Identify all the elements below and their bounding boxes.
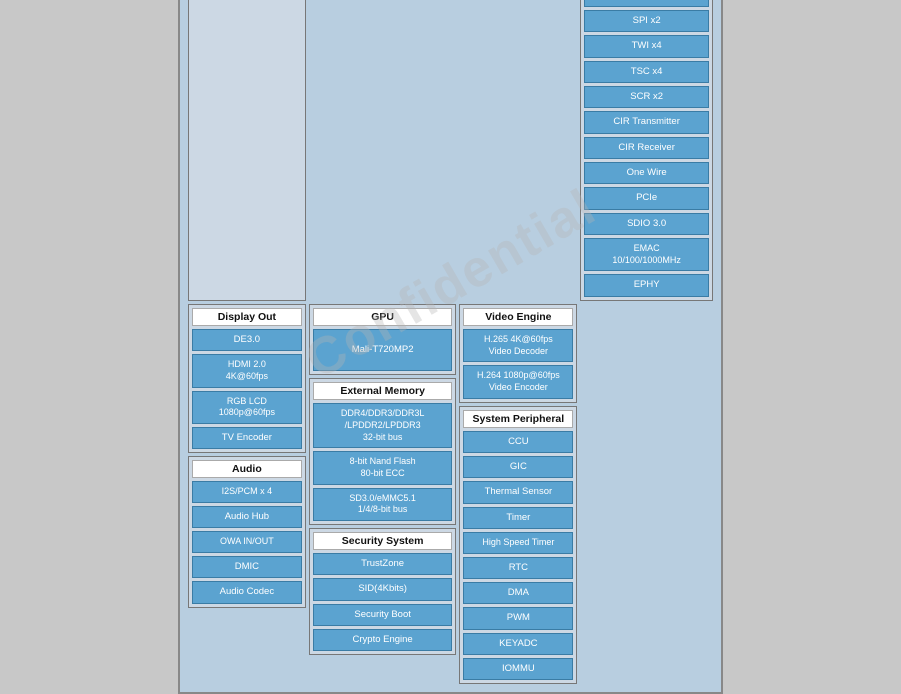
trustzone-block: TrustZone xyxy=(313,553,453,575)
twi-block: TWI x4 xyxy=(584,35,709,57)
audio-title: Audio xyxy=(192,460,302,478)
pwm-block: PWM xyxy=(463,607,573,629)
spi-block: SPI x2 xyxy=(584,10,709,32)
tv-encoder-block: TV Encoder xyxy=(192,427,302,449)
dma-block: DMA xyxy=(463,582,573,604)
thermal-sensor-block: Thermal Sensor xyxy=(463,481,573,503)
one-wire-block: One Wire xyxy=(584,162,709,184)
scr-block: SCR x2 xyxy=(584,86,709,108)
cir-rx-block: CIR Receiver xyxy=(584,137,709,159)
timer-block: Timer xyxy=(463,507,573,529)
gic-block: GIC xyxy=(463,456,573,478)
ddr-block: DDR4/DDR3/DDR3L/LPDDR2/LPDDR332-bit bus xyxy=(313,403,453,448)
audio-codec-block: Audio Codec xyxy=(192,581,302,603)
security-boot-block: Security Boot xyxy=(313,604,453,626)
hdmi-block: HDMI 2.04K@60fps xyxy=(192,354,302,387)
uart-block: UART x5 xyxy=(584,0,709,7)
ephy-block: EPHY xyxy=(584,274,709,296)
sd-emmc-block: SD3.0/eMMC5.11/4/8-bit bus xyxy=(313,488,453,521)
dmic-block: DMIC xyxy=(192,556,302,578)
high-speed-timer-block: High Speed Timer xyxy=(463,532,573,554)
ccu-block: CCU xyxy=(463,431,573,453)
emac-block: EMAC10/100/1000MHz xyxy=(584,238,709,271)
security-system-title: Security System xyxy=(313,532,453,550)
system-peripheral-title: System Peripheral xyxy=(463,410,573,428)
iommu-block: IOMMU xyxy=(463,658,573,680)
tsc-block: TSC x4 xyxy=(584,61,709,83)
ext-mem-title: External Memory xyxy=(313,382,453,400)
nand-block: 8-bit Nand Flash80-bit ECC xyxy=(313,451,453,484)
audio-hub-block: Audio Hub xyxy=(192,506,302,528)
rgb-lcd-block: RGB LCD1080p@60fps xyxy=(192,391,302,424)
cir-tx-block: CIR Transmitter xyxy=(584,111,709,133)
pcie-block: PCIe xyxy=(584,187,709,209)
sdio-block: SDIO 3.0 xyxy=(584,213,709,235)
i2s-block: I2S/PCM x 4 xyxy=(192,481,302,503)
gpu-title: GPU xyxy=(313,308,453,326)
keyadc-block: KEYADC xyxy=(463,633,573,655)
crypto-engine-block: Crypto Engine xyxy=(313,629,453,651)
mali-block: Mali-T720MP2 xyxy=(313,329,453,371)
video-engine-title: Video Engine xyxy=(463,308,573,326)
h264-block: H.264 1080p@60fpsVideo Encoder xyxy=(463,365,573,398)
display-out-title: Display Out xyxy=(192,308,302,326)
h265-block: H.265 4K@60fpsVideo Decoder xyxy=(463,329,573,362)
de30-block: DE3.0 xyxy=(192,329,302,351)
sid-block: SID(4Kbits) xyxy=(313,578,453,600)
owa-block: OWA IN/OUT xyxy=(192,531,302,553)
